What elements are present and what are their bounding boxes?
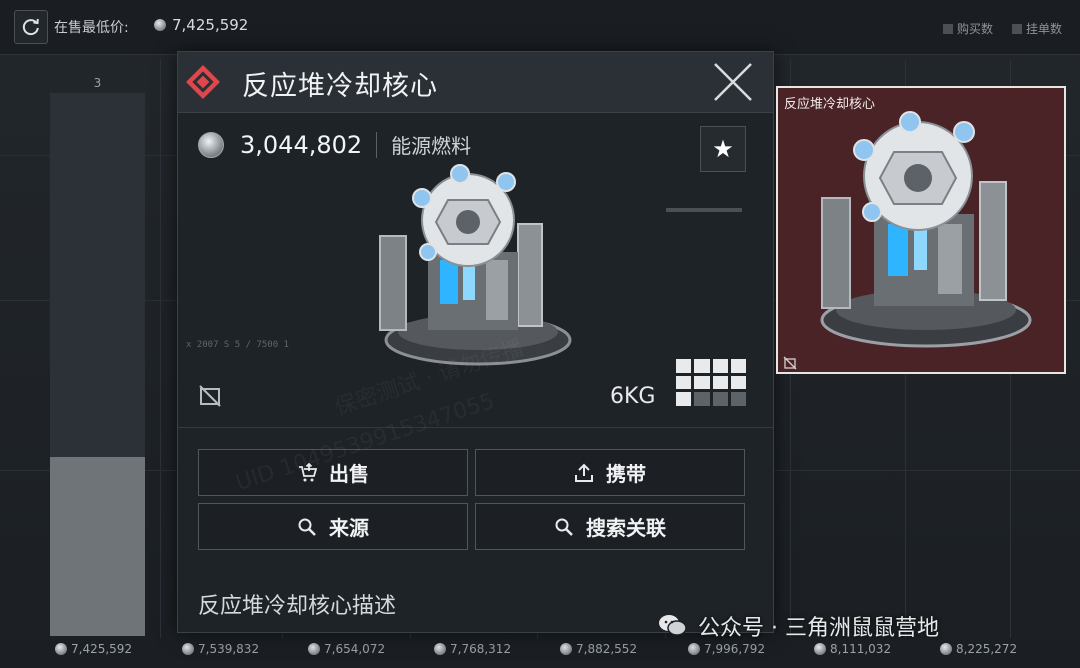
x-tick-label: 7,768,312	[450, 642, 512, 656]
x-tick: 8,111,032	[814, 642, 891, 656]
x-tick: 8,225,272	[940, 642, 1017, 656]
refresh-button[interactable]	[14, 10, 48, 44]
legend-swatch	[943, 23, 953, 34]
price-bar-fill	[50, 456, 145, 636]
no-trade-icon	[199, 385, 221, 407]
source-button[interactable]: 来源	[198, 503, 468, 550]
lowest-price-label: 在售最低价:	[54, 20, 129, 36]
lowest-price: 7,425,592	[154, 16, 248, 34]
item-size-grid	[676, 359, 746, 406]
item-preview-card: 反应堆冷却核心	[776, 86, 1066, 374]
carry-label: 携带	[606, 462, 646, 486]
size-cell	[694, 375, 710, 390]
legend-order-count: 挂单数	[1012, 20, 1062, 37]
search-related-label: 搜索关联	[586, 516, 666, 540]
reactor-core-image	[379, 164, 572, 366]
item-weight: 6KG	[610, 384, 656, 409]
favorite-button[interactable]: ★	[700, 126, 746, 172]
size-cell	[676, 375, 692, 390]
coin-icon	[940, 643, 952, 655]
coin-icon	[198, 131, 224, 158]
x-tick-label: 7,539,832	[198, 642, 260, 656]
x-tick-label: 7,996,792	[704, 642, 766, 656]
coin-icon	[308, 643, 320, 655]
x-tick: 7,425,592	[55, 642, 132, 656]
size-cell	[730, 359, 746, 373]
size-cell	[730, 375, 746, 390]
wechat-icon	[659, 615, 687, 636]
size-cell	[676, 392, 692, 406]
size-cell	[712, 392, 728, 406]
account-watermark: 公众号 · 三角洲鼠鼠营地	[658, 610, 939, 642]
coin-icon	[182, 643, 194, 655]
preview-title: 反应堆冷却核心	[784, 97, 876, 112]
legend-label: 挂单数	[1026, 22, 1063, 36]
item-detail-popup: 反应堆冷却核心 3,044,802 能源燃料 ★ x 2007 S 5 / 75…	[177, 51, 774, 633]
coin-icon	[55, 643, 67, 655]
legend-buy-count: 购买数	[943, 20, 993, 37]
legend-label: 购买数	[957, 22, 994, 36]
source-label: 来源	[329, 516, 369, 540]
refresh-icon	[22, 18, 39, 36]
carry-button[interactable]: 携带	[475, 449, 745, 496]
x-tick: 7,654,072	[308, 642, 385, 656]
hud-text: x 2007 S 5 / 7500 1	[186, 340, 289, 350]
size-cell	[694, 359, 710, 373]
divider	[178, 427, 773, 428]
account-watermark-text: 公众号 · 三角洲鼠鼠营地	[698, 616, 939, 641]
rarity-diamond-icon	[186, 65, 220, 99]
price-axis: 7,425,592 7,539,832 7,654,072 7,768,312 …	[0, 642, 1080, 662]
x-tick: 7,996,792	[688, 642, 765, 656]
x-tick-label: 8,111,032	[830, 642, 892, 656]
search-icon	[555, 518, 573, 536]
item-price: 3,044,802	[240, 130, 363, 159]
item-category: 能源燃料	[391, 134, 472, 158]
description-title: 反应堆冷却核心描述	[198, 594, 397, 619]
grid-line	[160, 60, 161, 638]
size-cell	[712, 375, 728, 390]
x-tick-label: 7,425,592	[71, 642, 133, 656]
price-row: 3,044,802 能源燃料	[198, 130, 471, 159]
size-cell	[676, 359, 692, 373]
search-icon	[298, 518, 316, 536]
popup-header: 反应堆冷却核心	[178, 52, 773, 113]
coin-icon	[688, 643, 700, 655]
hud-decoration	[666, 208, 742, 212]
upload-icon	[575, 463, 593, 482]
x-tick-label: 8,225,272	[956, 642, 1018, 656]
x-tick-label: 7,654,072	[324, 642, 386, 656]
close-icon[interactable]	[713, 62, 753, 102]
reactor-core-preview-image	[820, 111, 1032, 348]
coin-icon	[154, 19, 166, 31]
bar-count-label: 3	[93, 76, 102, 90]
x-tick: 7,882,552	[560, 642, 637, 656]
size-cell	[712, 359, 728, 373]
x-tick: 7,539,832	[182, 642, 259, 656]
lowest-price-value: 7,425,592	[172, 16, 249, 34]
coin-icon	[434, 643, 446, 655]
search-related-button[interactable]: 搜索关联	[475, 503, 745, 550]
size-cell	[694, 392, 710, 406]
item-title: 反应堆冷却核心	[242, 71, 438, 102]
x-tick-label: 7,882,552	[576, 642, 638, 656]
divider	[376, 131, 378, 158]
coin-icon	[560, 643, 572, 655]
price-bar[interactable]	[50, 93, 145, 636]
x-tick: 7,768,312	[434, 642, 511, 656]
no-trade-icon	[783, 356, 797, 370]
coin-icon	[814, 643, 826, 655]
size-cell	[730, 392, 746, 406]
legend-swatch	[1012, 23, 1022, 34]
star-icon: ★	[712, 135, 734, 163]
